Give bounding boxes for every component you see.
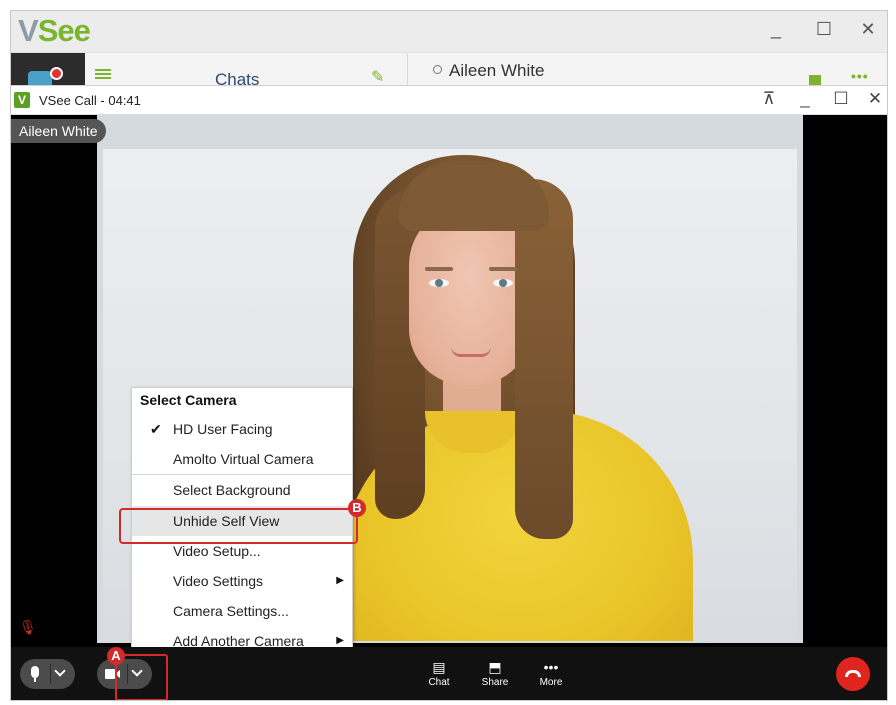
menu-item-select-background[interactable]: Select Background (132, 475, 352, 505)
microphone-stand-icon (34, 678, 36, 682)
menu-item-amolto-virtual-camera[interactable]: Amolto Virtual Camera (132, 444, 352, 474)
check-icon: ✔ (150, 421, 162, 437)
annotation-badge-b: B (348, 499, 366, 517)
notification-dot-icon (50, 67, 63, 80)
annotation-badge-a: A (107, 647, 125, 665)
menu-item-label: Video Settings (173, 573, 264, 589)
chat-label: Chat (428, 677, 450, 688)
app-title-bar: VSee _ ☐ ✕ (11, 11, 887, 52)
portrait-face (409, 205, 531, 385)
share-icon: ⬒ (488, 659, 502, 675)
more-icon: ••• (543, 659, 559, 675)
call-minimize-button[interactable]: _ (795, 89, 815, 109)
vsee-call-logo-icon: V (14, 92, 30, 108)
call-title-bar: V VSee Call - 04:41 ⊼ _ ☐ ✕ (11, 85, 887, 115)
app-close-button[interactable]: ✕ (857, 19, 879, 40)
end-call-button[interactable] (836, 657, 870, 691)
share-label: Share (481, 677, 509, 688)
hang-up-icon (845, 670, 861, 677)
microphone-icon (31, 666, 39, 678)
submenu-arrow-icon: ▶ (336, 575, 344, 586)
call-maximize-button[interactable]: ☐ (831, 89, 851, 109)
header-divider (407, 53, 408, 87)
remote-muted-icon: 🎙 (19, 619, 37, 635)
contact-name-text: Aileen White (449, 61, 545, 80)
app-header: Chats ✎ Aileen White ••• (11, 52, 887, 89)
more-label: More (539, 677, 563, 688)
contact-name[interactable]: Aileen White (433, 61, 544, 81)
camera-icon (105, 669, 115, 679)
annotation-box-b (119, 508, 358, 544)
participant-name-tag: Aileen White (11, 119, 106, 143)
menu-item-label: Select Background (173, 482, 291, 498)
portrait-eye-right (493, 279, 513, 287)
logo-v: V (18, 13, 39, 48)
chat-button[interactable]: ▤ Chat (419, 657, 459, 689)
menu-item-label: Amolto Virtual Camera (173, 451, 314, 467)
menu-icon[interactable] (95, 69, 111, 79)
portrait-brow-right (489, 267, 517, 271)
portrait-mouth (451, 347, 491, 357)
menu-header: Select Camera (140, 392, 237, 408)
status-icon (433, 65, 442, 74)
app-maximize-button[interactable]: ☐ (813, 19, 835, 40)
video-call-icon[interactable] (809, 75, 821, 85)
menu-item-hd-user-facing[interactable]: ✔ HD User Facing (132, 414, 352, 444)
portrait-brow-left (425, 267, 453, 271)
compose-icon[interactable]: ✎ (371, 67, 384, 87)
sidebar-avatar[interactable] (11, 53, 85, 87)
menu-item-label: Camera Settings... (173, 603, 289, 619)
portrait-hair-right (515, 179, 573, 539)
portrait-hair-top (399, 161, 549, 231)
vsee-logo: VSee (18, 13, 91, 49)
microphone-control[interactable] (20, 659, 75, 689)
chat-icon: ▤ (432, 659, 446, 675)
menu-item-video-settings[interactable]: Video Settings ▶ (132, 566, 352, 596)
pin-icon[interactable]: ⊼ (759, 89, 779, 109)
menu-item-camera-settings[interactable]: Camera Settings... (132, 596, 352, 626)
pill-divider (50, 664, 51, 684)
call-title: VSee Call - 04:41 (39, 93, 141, 108)
logo-see: See (37, 13, 91, 48)
share-button[interactable]: ⬒ Share (475, 657, 515, 689)
portrait-eye-left (429, 279, 449, 287)
more-options-icon[interactable]: ••• (851, 68, 869, 84)
screenshot-frame: VSee _ ☐ ✕ Chats ✎ Aileen White ••• V VS… (10, 10, 888, 701)
chevron-down-icon[interactable] (54, 665, 66, 677)
app-minimize-button[interactable]: _ (765, 19, 787, 40)
menu-item-label: Video Setup... (173, 543, 261, 559)
call-close-button[interactable]: ✕ (865, 89, 885, 109)
more-button[interactable]: ••• More (531, 657, 571, 689)
menu-item-label: HD User Facing (173, 421, 273, 437)
